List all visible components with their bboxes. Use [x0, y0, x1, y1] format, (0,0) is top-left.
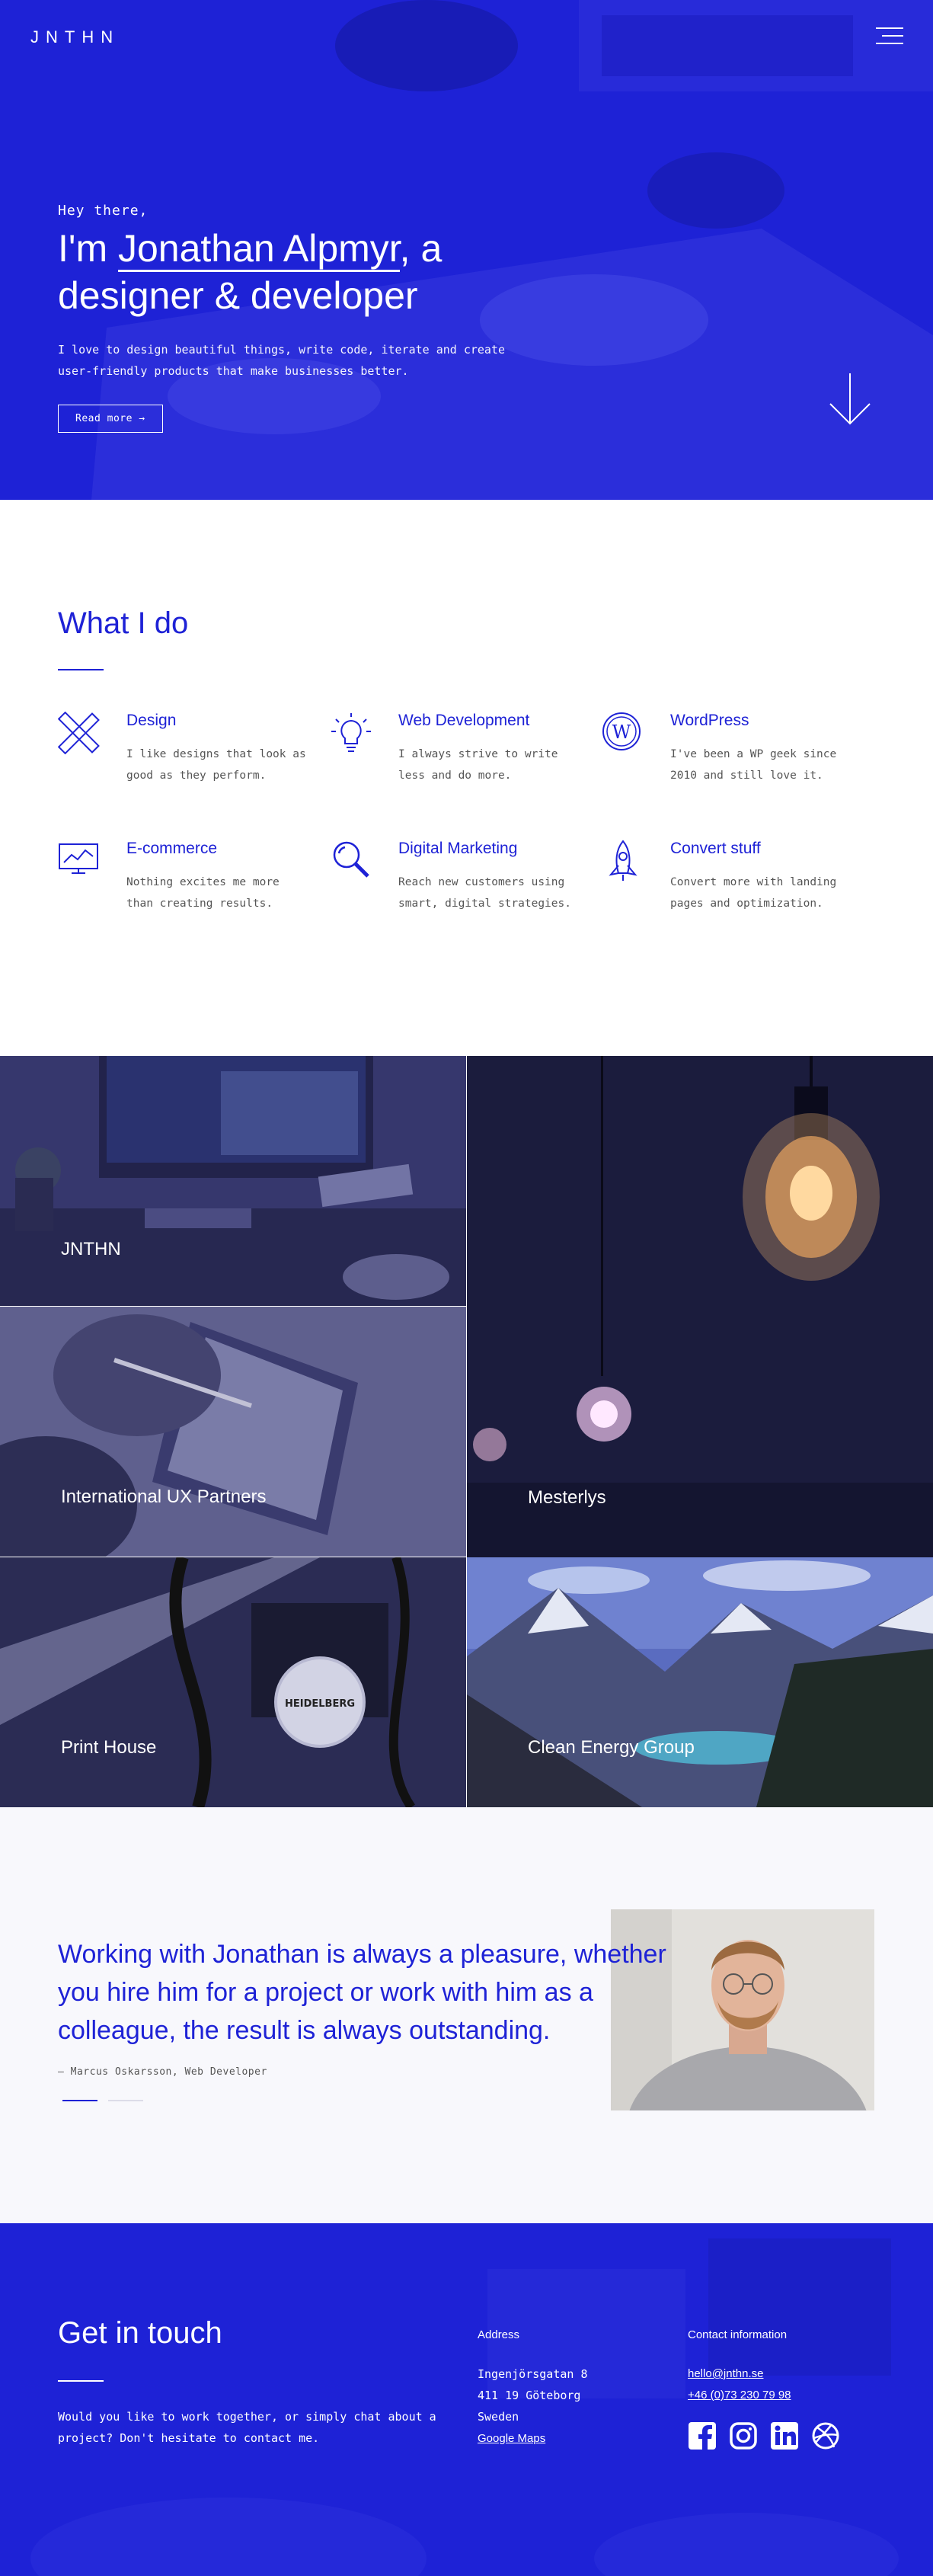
lightbulbs-image	[467, 1056, 933, 1557]
portfolio-label: Print House	[61, 1737, 157, 1758]
site-logo[interactable]: JNTHN	[30, 27, 120, 47]
service-name: E-commerce	[126, 840, 218, 857]
hero-title: I'm Jonathan Alpmyr, a designer & develo…	[58, 225, 545, 319]
portfolio-label: Mesterlys	[528, 1487, 606, 1508]
social-links	[688, 2421, 840, 2450]
service-desc: I always strive to write less and do mor…	[398, 748, 558, 782]
slider-dot-active[interactable]	[62, 2100, 97, 2101]
chart-monitor-icon	[59, 843, 98, 874]
service-name: Design	[126, 712, 177, 729]
lightbulb-icon	[331, 713, 371, 752]
magnifier-icon	[333, 841, 369, 878]
contact-info-title: Contact information	[688, 2328, 788, 2341]
portfolio-tile-mesterlys[interactable]: Mesterlys	[467, 1056, 933, 1557]
title-divider	[58, 669, 104, 670]
testimonial-section: Working with Jonathan is always a pleasu…	[0, 1807, 933, 2223]
contact-divider	[58, 2380, 104, 2382]
service-desc: Convert more with landing pages and opti…	[670, 876, 837, 910]
pencil-ruler-icon	[58, 712, 100, 754]
contact-block: hello@jnthn.se +46 (0)73 230 79 98	[688, 2363, 791, 2406]
portfolio-label: Clean Energy Group	[528, 1737, 695, 1758]
portfolio-tile-print-house[interactable]: HEIDELBERG Print House	[0, 1557, 466, 1807]
facebook-icon[interactable]	[688, 2421, 717, 2450]
printer-image: HEIDELBERG	[0, 1557, 466, 1807]
contact-blurb: Would you like to work together, or simp…	[58, 2410, 436, 2445]
service-name: Web Development	[398, 712, 530, 729]
service-name: WordPress	[670, 712, 749, 729]
svg-text:W: W	[612, 722, 631, 743]
address-block: Ingenjörsgatan 8 411 19 Göteborg Sweden …	[478, 2363, 588, 2450]
author-name-link[interactable]: Jonathan Alpmyr	[117, 227, 400, 272]
service-desc: Nothing excites me more than creating re…	[126, 876, 280, 910]
contact-title: Get in touch	[58, 2316, 222, 2350]
mountains-image	[467, 1557, 933, 1807]
portfolio-tile-clean-energy-group[interactable]: Clean Energy Group	[467, 1557, 933, 1807]
hero-intro: I love to design beautiful things, write…	[58, 343, 505, 378]
read-more-button[interactable]: Read more →	[58, 405, 163, 433]
hero-greeting: Hey there,	[58, 203, 149, 219]
portfolio-label: JNTHN	[61, 1239, 121, 1259]
services-section: What I do Design I like designs that loo…	[0, 500, 933, 1056]
email-link[interactable]: hello@jnthn.se	[688, 2367, 763, 2380]
footer-background-image	[0, 2223, 933, 2576]
dribbble-icon[interactable]	[811, 2421, 840, 2450]
rocket-icon	[609, 840, 637, 881]
workspace-image	[0, 1056, 466, 1306]
hero-title-prefix: I'm	[58, 227, 118, 270]
service-desc: Reach new customers using smart, digital…	[398, 876, 571, 910]
services-title: What I do	[58, 606, 189, 640]
linkedin-icon[interactable]	[770, 2421, 799, 2450]
hero-section: JNTHN Hey there, I'm Jonathan Alpmyr, a …	[0, 0, 933, 500]
testimonial-author: – Marcus Oskarsson, Web Developer	[58, 2066, 267, 2078]
service-name: Convert stuff	[670, 840, 761, 857]
instagram-icon[interactable]	[729, 2421, 758, 2450]
hero-text: Hey there, I'm Jonathan Alpmyr, a design…	[58, 203, 545, 433]
portfolio-grid: JNTHN Mesterlys International UX Partner…	[0, 1056, 933, 1807]
address-line: 411 19 Göteborg	[478, 2389, 581, 2402]
google-maps-link[interactable]: Google Maps	[478, 2432, 545, 2445]
portfolio-tile-international-ux-partners[interactable]: International UX Partners	[0, 1307, 466, 1557]
address-title: Address	[478, 2328, 520, 2341]
wordpress-icon: W	[602, 712, 641, 750]
portfolio-label: International UX Partners	[61, 1486, 267, 1507]
arrow-down-icon[interactable]	[827, 373, 873, 427]
address-line: Ingenjörsgatan 8	[478, 2367, 588, 2381]
tablet-image	[0, 1307, 466, 1557]
portfolio-tile-jnthn[interactable]: JNTHN	[0, 1056, 466, 1306]
phone-link[interactable]: +46 (0)73 230 79 98	[688, 2389, 791, 2402]
contact-footer: Get in touch Would you like to work toge…	[0, 2223, 933, 2576]
service-name: Digital Marketing	[398, 840, 518, 857]
slider-dot[interactable]	[108, 2100, 143, 2101]
service-desc: I like designs that look as good as they…	[126, 748, 306, 782]
hamburger-menu-icon[interactable]	[876, 27, 903, 46]
address-line: Sweden	[478, 2410, 519, 2424]
service-desc: I've been a WP geek since 2010 and still…	[670, 748, 837, 782]
svg-text:HEIDELBERG: HEIDELBERG	[285, 1698, 355, 1710]
testimonial-quote: Working with Jonathan is always a pleasu…	[58, 1940, 666, 2045]
